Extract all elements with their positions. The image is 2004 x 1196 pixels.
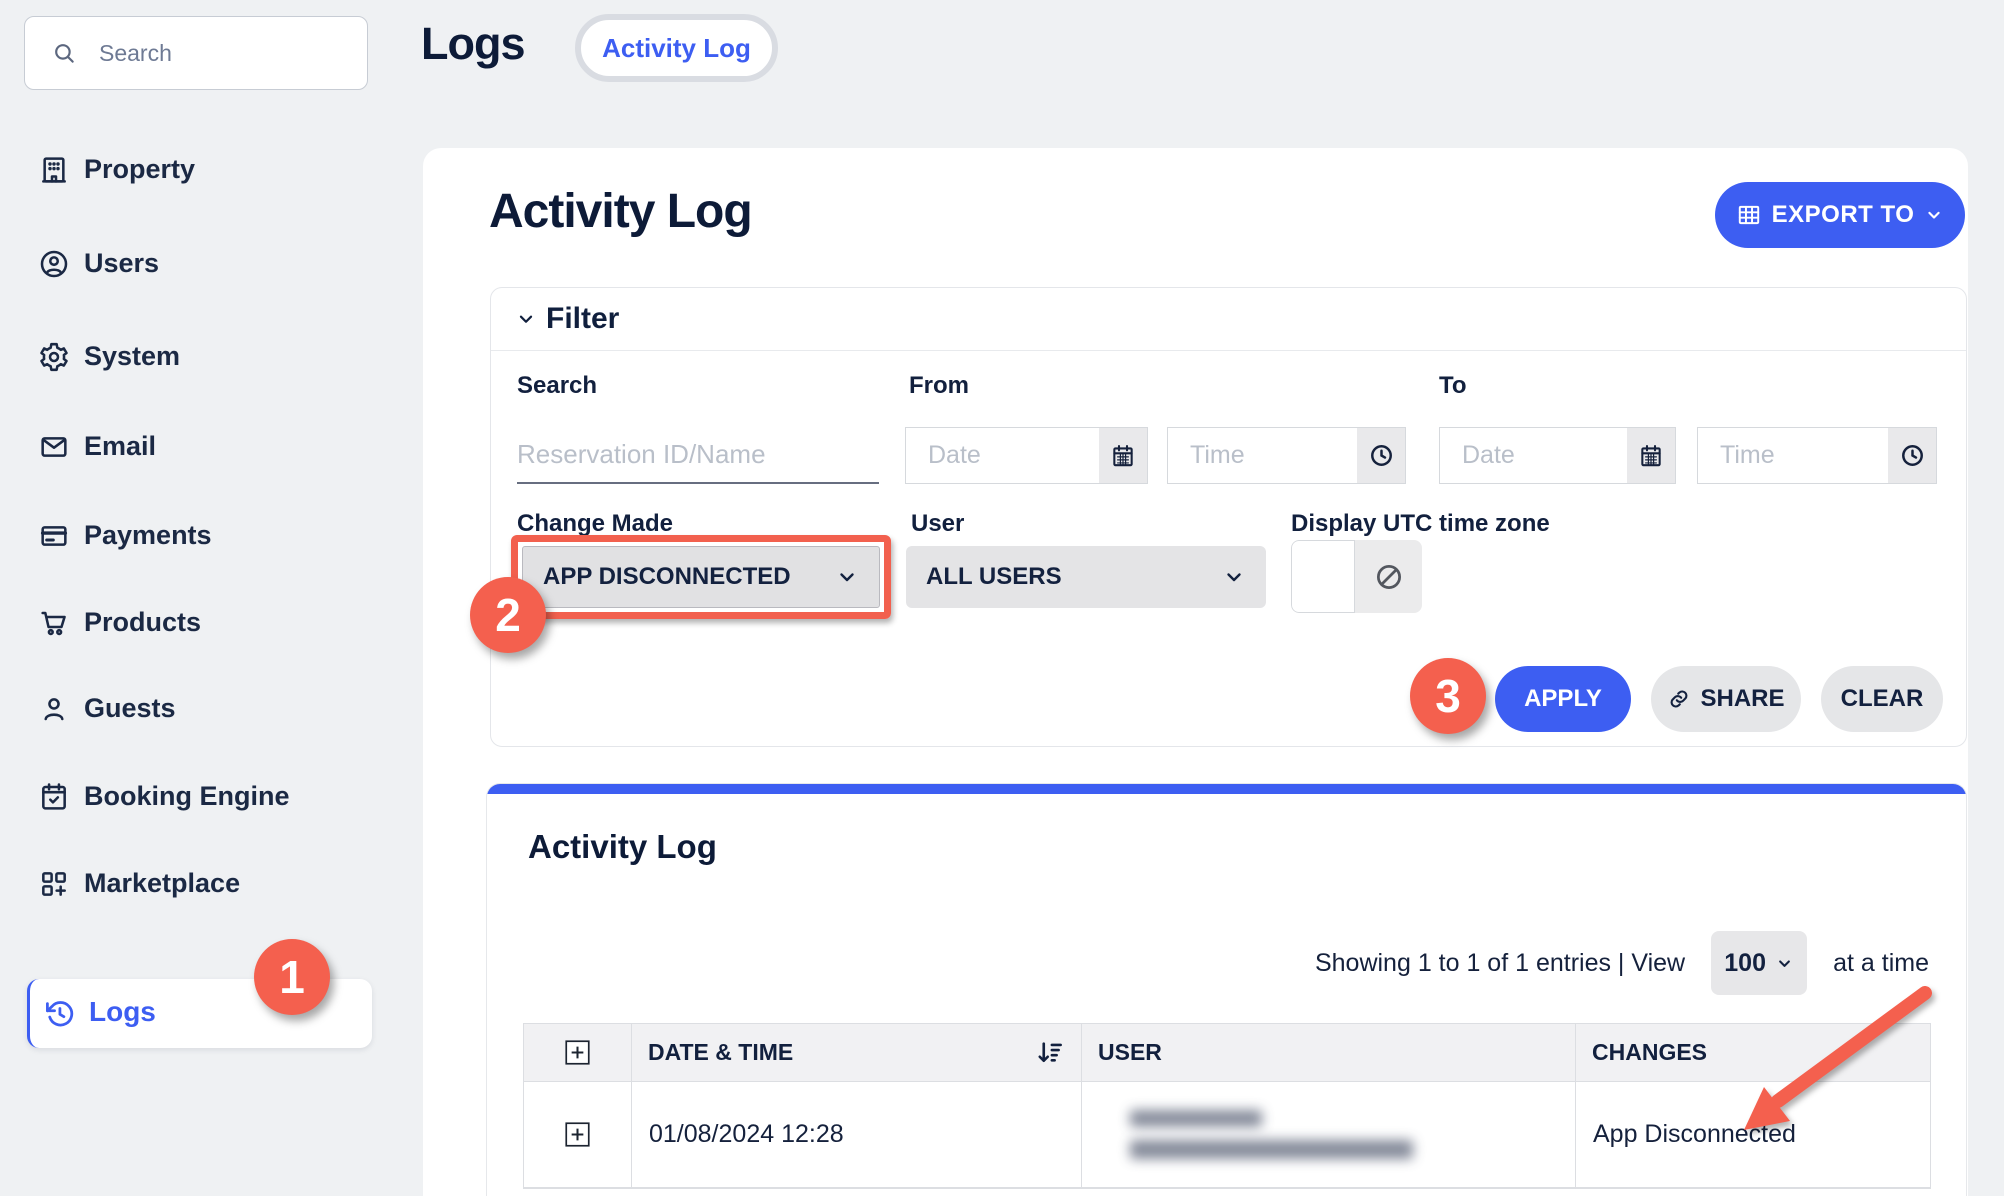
activity-log-panel-title: Activity Log bbox=[528, 828, 717, 866]
sidebar-item-label: System bbox=[84, 341, 180, 372]
search-icon bbox=[51, 40, 77, 66]
sidebar-item-system[interactable]: System bbox=[0, 336, 418, 380]
cell-user-redacted bbox=[1082, 1082, 1576, 1187]
sidebar-item-booking-engine[interactable]: Booking Engine bbox=[0, 776, 418, 820]
annotation-arrow bbox=[1700, 975, 1950, 1145]
envelope-icon bbox=[38, 431, 70, 463]
toggle-knob bbox=[1291, 540, 1355, 613]
clock-icon-button[interactable] bbox=[1357, 428, 1405, 483]
calendar-icon bbox=[1110, 443, 1136, 469]
app-root: Search Property Users System Email Payme… bbox=[0, 0, 2004, 1196]
filter-title: Filter bbox=[546, 302, 619, 336]
sidebar-item-label: Property bbox=[84, 154, 195, 185]
to-time-input[interactable]: Time bbox=[1697, 427, 1937, 484]
change-made-label: Change Made bbox=[517, 510, 673, 538]
cart-icon bbox=[38, 607, 70, 639]
from-time-input[interactable]: Time bbox=[1167, 427, 1406, 484]
sidebar-item-property[interactable]: Property bbox=[0, 149, 418, 193]
clock-icon bbox=[1368, 442, 1395, 469]
annotation-step-3-badge: 3 bbox=[1410, 658, 1486, 734]
calendar-icon bbox=[1638, 443, 1664, 469]
sidebar-item-label: Guests bbox=[84, 693, 176, 724]
column-header-user[interactable]: USER bbox=[1082, 1024, 1576, 1081]
panel-accent-bar bbox=[487, 784, 1966, 794]
calendar-icon-button[interactable] bbox=[1099, 428, 1147, 483]
export-to-label: EXPORT TO bbox=[1772, 201, 1915, 229]
search-label: Search bbox=[517, 372, 597, 400]
plus-square-icon bbox=[564, 1039, 591, 1066]
sidebar-item-label: Payments bbox=[84, 520, 212, 551]
building-icon bbox=[38, 154, 70, 186]
sidebar-search-input[interactable]: Search bbox=[24, 16, 368, 90]
from-date-input[interactable]: Date bbox=[905, 427, 1148, 484]
redacted-user-email bbox=[1130, 1140, 1413, 1159]
sidebar-item-label: Products bbox=[84, 607, 201, 638]
sidebar-item-guests[interactable]: Guests bbox=[0, 688, 418, 732]
expand-row-button[interactable] bbox=[524, 1082, 632, 1187]
calendar-check-icon bbox=[38, 781, 70, 813]
to-label: To bbox=[1439, 372, 1467, 400]
clear-button[interactable]: CLEAR bbox=[1821, 666, 1943, 732]
sidebar-item-label: Logs bbox=[89, 996, 156, 1028]
expand-all-button[interactable] bbox=[524, 1024, 632, 1081]
gear-icon bbox=[38, 341, 70, 373]
annotation-step-2-badge: 2 bbox=[470, 577, 546, 653]
sidebar-item-email[interactable]: Email bbox=[0, 426, 418, 470]
user-select-value: ALL USERS bbox=[926, 563, 1062, 591]
export-to-button[interactable]: EXPORT TO bbox=[1715, 182, 1965, 248]
sidebar-item-label: Booking Engine bbox=[84, 781, 290, 812]
cell-date-time: 01/08/2024 12:28 bbox=[632, 1082, 1082, 1187]
apply-button[interactable]: APPLY bbox=[1495, 666, 1631, 732]
history-icon bbox=[43, 997, 76, 1030]
page-title: Logs bbox=[421, 18, 525, 70]
at-a-time-text: at a time bbox=[1833, 949, 1929, 978]
utc-timezone-toggle[interactable] bbox=[1291, 540, 1422, 613]
chevron-down-icon bbox=[515, 308, 537, 330]
sidebar-search-placeholder: Search bbox=[99, 40, 172, 67]
share-button[interactable]: SHARE bbox=[1651, 666, 1801, 732]
user-label: User bbox=[911, 510, 964, 538]
sidebar-item-products[interactable]: Products bbox=[0, 602, 418, 646]
sidebar-item-users[interactable]: Users bbox=[0, 243, 418, 287]
filter-collapse-toggle[interactable]: Filter bbox=[515, 302, 619, 336]
to-date-input[interactable]: Date bbox=[1439, 427, 1676, 484]
chevron-down-icon bbox=[835, 565, 859, 589]
annotation-step-1-badge: 1 bbox=[254, 939, 330, 1015]
plus-square-icon bbox=[564, 1121, 591, 1148]
sidebar-item-label: Marketplace bbox=[84, 868, 240, 899]
table-grid-icon bbox=[1736, 202, 1762, 228]
reservation-search-input[interactable]: Reservation ID/Name bbox=[517, 427, 879, 484]
change-made-value: APP DISCONNECTED bbox=[543, 563, 791, 591]
divider bbox=[491, 350, 1966, 351]
utc-label: Display UTC time zone bbox=[1291, 510, 1550, 538]
showing-entries-text: Showing 1 to 1 of 1 entries | View bbox=[1315, 949, 1685, 978]
clock-icon-button[interactable] bbox=[1888, 428, 1936, 483]
sidebar-item-label: Users bbox=[84, 248, 159, 279]
sort-descending-icon bbox=[1035, 1038, 1065, 1068]
person-icon bbox=[38, 693, 70, 725]
reservation-search-placeholder: Reservation ID/Name bbox=[517, 439, 766, 469]
toggle-off-zone bbox=[1355, 540, 1422, 613]
sidebar-item-marketplace[interactable]: Marketplace bbox=[0, 863, 418, 907]
change-made-select[interactable]: APP DISCONNECTED bbox=[522, 546, 880, 608]
sidebar-item-label: Email bbox=[84, 431, 156, 462]
user-select[interactable]: ALL USERS bbox=[906, 546, 1266, 608]
column-header-date-time[interactable]: DATE & TIME bbox=[632, 1024, 1082, 1081]
chevron-down-icon bbox=[1924, 205, 1944, 225]
filter-panel: Filter Search From To Reservation ID/Nam… bbox=[490, 287, 1967, 747]
from-label: From bbox=[909, 372, 969, 400]
ban-icon bbox=[1374, 562, 1404, 592]
chevron-down-icon bbox=[1775, 954, 1794, 973]
chevron-down-icon bbox=[1222, 565, 1246, 589]
redacted-user-name bbox=[1130, 1110, 1262, 1127]
grid-plus-icon bbox=[38, 868, 70, 900]
tab-activity-log[interactable]: Activity Log bbox=[575, 14, 778, 82]
clock-icon bbox=[1899, 442, 1926, 469]
link-icon bbox=[1667, 687, 1691, 711]
calendar-icon-button[interactable] bbox=[1627, 428, 1675, 483]
credit-card-icon bbox=[38, 520, 70, 552]
user-badge-icon bbox=[38, 248, 70, 280]
sidebar-item-payments[interactable]: Payments bbox=[0, 515, 418, 559]
section-title: Activity Log bbox=[489, 184, 752, 239]
